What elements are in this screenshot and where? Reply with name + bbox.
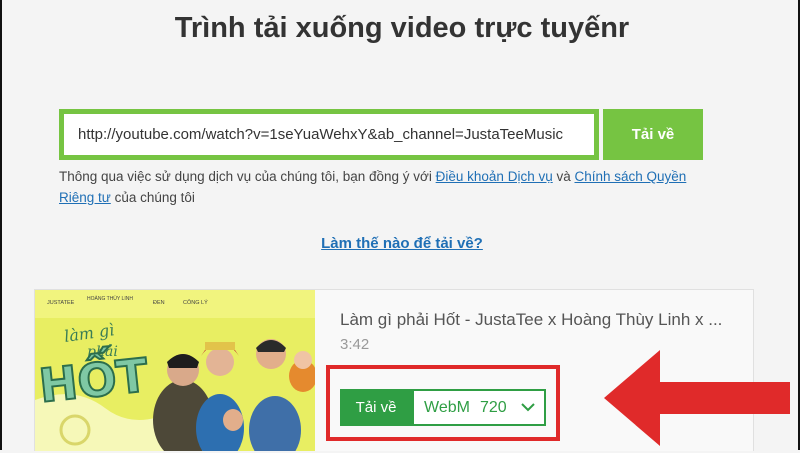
thumbnail-art: JUSTATEE HOÀNG THÙY LINH ĐEN CÔNG LÝ làm… [35, 290, 315, 451]
format-quality-select[interactable]: WebM 720 [412, 389, 546, 426]
video-title: Làm gì phải Hốt - JustaTee x Hoàng Thùy … [340, 310, 723, 329]
thumb-artist-2: HOÀNG THÙY LINH [87, 295, 133, 302]
url-input[interactable] [78, 114, 578, 155]
terms-text-and: và [552, 169, 575, 184]
chevron-down-icon [520, 403, 535, 412]
thumb-artist-4: CÔNG LÝ [183, 299, 208, 306]
page-title: Trình tải xuống video trực tuyếnr [174, 12, 630, 44]
download-video-button[interactable]: Tải về [340, 389, 412, 426]
terms-of-service-link[interactable]: Điều khoản Dịch vụ [436, 169, 553, 184]
terms-text-suffix: của chúng tôi [110, 190, 195, 205]
format-label: WebM [424, 398, 470, 416]
red-arrow-left-icon [602, 348, 792, 453]
howto-link[interactable]: Làm thế nào để tải về? [2, 235, 800, 252]
thumb-artist-3: ĐEN [153, 300, 165, 306]
quality-label: 720 [479, 398, 507, 416]
video-thumbnail[interactable]: JUSTATEE HOÀNG THÙY LINH ĐEN CÔNG LÝ làm… [35, 290, 315, 451]
download-controls: Tải về WebM 720 [340, 389, 546, 426]
url-input-frame[interactable] [59, 109, 599, 160]
thumb-artist-1: JUSTATEE [47, 300, 75, 306]
terms-notice: Thông qua việc sử dụng dịch vụ của chúng… [59, 166, 719, 208]
video-duration: 3:42 [340, 336, 370, 353]
submit-download-button[interactable]: Tải về [603, 109, 703, 160]
terms-text-prefix: Thông qua việc sử dụng dịch vụ của chúng… [59, 169, 436, 184]
